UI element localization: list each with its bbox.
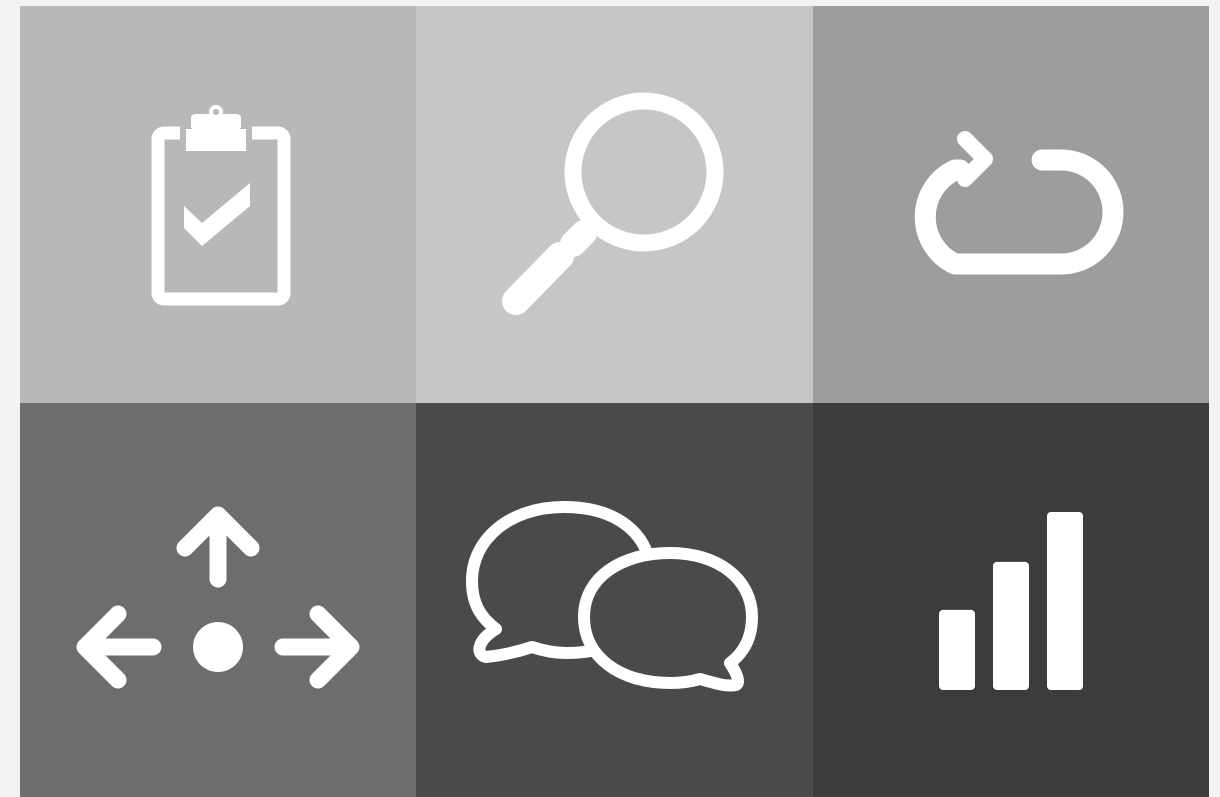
icon-grid — [20, 6, 1209, 797]
loop-arrow-icon — [914, 131, 1124, 275]
bar-1 — [939, 609, 975, 690]
tile-search — [416, 6, 813, 403]
tile-directions — [20, 403, 416, 797]
tile-chat — [416, 403, 813, 797]
bar-3 — [1047, 512, 1083, 690]
bar-2 — [993, 561, 1029, 690]
multidirectional-arrows-icon — [76, 506, 360, 689]
tile-stats — [813, 403, 1209, 797]
bar-chart-icon — [939, 512, 1083, 690]
clipboard-check-icon — [151, 105, 291, 306]
speech-bubbles-icon — [466, 501, 758, 692]
tile-checklist — [20, 6, 416, 403]
speech-bubble-front — [578, 547, 758, 692]
tile-loop — [813, 6, 1209, 403]
magnifying-glass-icon — [502, 92, 724, 315]
